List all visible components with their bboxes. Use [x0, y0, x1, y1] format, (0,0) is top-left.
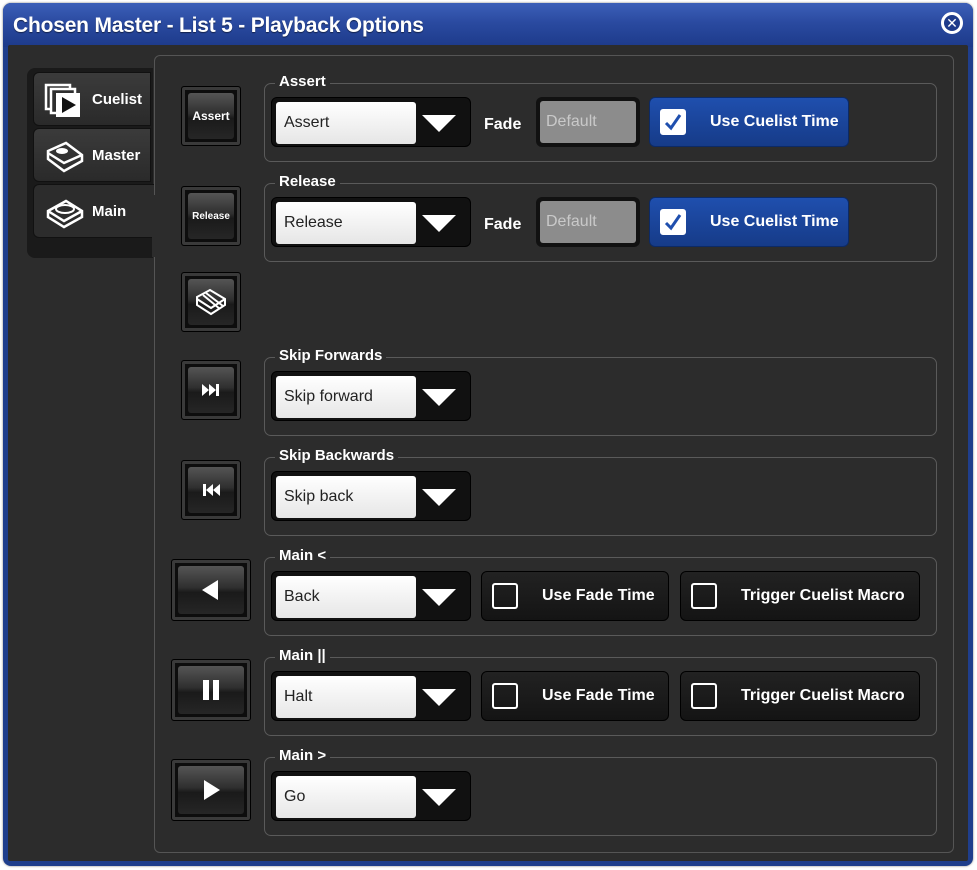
skip-backwards-group-title: Skip Backwards: [275, 447, 399, 464]
main-back-dropdown-value: Back: [276, 576, 416, 618]
release-key[interactable]: Release: [181, 186, 241, 246]
main-go-group-title: Main >: [275, 747, 331, 764]
checkbox-unchecked-icon: [691, 583, 717, 609]
release-key-label: Release: [188, 193, 234, 239]
chevron-down-icon: [422, 215, 456, 232]
main-back-group-title: Main <: [275, 547, 331, 564]
main-back-use-fade-time-toggle[interactable]: Use Fade Time: [481, 571, 669, 621]
skip-back-key[interactable]: [181, 460, 241, 520]
flash-key[interactable]: [181, 272, 241, 332]
side-tabs: Cuelist Master Main: [27, 68, 155, 258]
release-use-cuelist-time-toggle[interactable]: Use Cuelist Time: [649, 197, 849, 247]
main-halt-use-fade-time-toggle[interactable]: Use Fade Time: [481, 671, 669, 721]
skip-forward-key[interactable]: [181, 360, 241, 420]
assert-fade-label: Fade: [484, 116, 522, 133]
assert-dropdown-value: Assert: [276, 102, 416, 144]
assert-group-title: Assert: [275, 73, 330, 90]
release-dropdown[interactable]: Release: [271, 197, 471, 247]
assert-key-label: Assert: [188, 93, 234, 139]
main-back-group: Main < Back Use Fade Time Trigger Cuelis…: [264, 547, 937, 636]
tab-master[interactable]: Master: [33, 128, 151, 182]
release-use-cuelist-time-label: Use Cuelist Time: [710, 213, 839, 230]
main-halt-dropdown-value: Halt: [276, 676, 416, 718]
release-fade-placeholder: Default: [540, 201, 636, 243]
release-dropdown-value: Release: [276, 202, 416, 244]
skip-forwards-group-title: Skip Forwards: [275, 347, 387, 364]
play-icon: [178, 766, 244, 814]
main-back-trigger-macro-label: Trigger Cuelist Macro: [741, 587, 905, 604]
skip-back-icon: [188, 467, 234, 513]
skip-forwards-dropdown[interactable]: Skip forward: [271, 371, 471, 421]
main-go-group: Main > Go: [264, 747, 937, 836]
main-back-key[interactable]: [171, 559, 251, 621]
assert-key[interactable]: Assert: [181, 86, 241, 146]
chevron-down-icon: [422, 489, 456, 506]
main-halt-key[interactable]: [171, 659, 251, 721]
assert-use-cuelist-time-toggle[interactable]: Use Cuelist Time: [649, 97, 849, 147]
chevron-down-icon: [422, 389, 456, 406]
skip-forwards-group: Skip Forwards Skip forward: [264, 347, 937, 436]
checkbox-unchecked-icon: [492, 583, 518, 609]
tab-master-label: Master: [92, 147, 141, 164]
main-go-dropdown[interactable]: Go: [271, 771, 471, 821]
assert-group: Assert Assert Fade Default Use Cuelist T…: [264, 73, 937, 162]
cuelist-icon: [44, 83, 80, 117]
window-title: Chosen Master - List 5 - Playback Option…: [13, 14, 424, 37]
assert-dropdown[interactable]: Assert: [271, 97, 471, 147]
checkbox-unchecked-icon: [691, 683, 717, 709]
tab-main[interactable]: Main: [33, 184, 155, 238]
chevron-down-icon: [422, 589, 456, 606]
release-fade-label: Fade: [484, 216, 522, 233]
flash-icon: [188, 279, 234, 325]
main-halt-trigger-macro-label: Trigger Cuelist Macro: [741, 687, 905, 704]
skip-forwards-dropdown-value: Skip forward: [276, 376, 416, 418]
main-back-dropdown[interactable]: Back: [271, 571, 471, 621]
skip-backwards-group: Skip Backwards Skip back: [264, 447, 937, 536]
dialog-body: Cuelist Master Main Assert Release Asser…: [8, 45, 968, 861]
tab-cuelist-label: Cuelist: [92, 91, 143, 108]
close-button[interactable]: ✕: [941, 12, 963, 34]
skip-backwards-dropdown[interactable]: Skip back: [271, 471, 471, 521]
tab-main-label: Main: [92, 203, 127, 220]
chevron-down-icon: [422, 789, 456, 806]
back-arrow-icon: [178, 566, 244, 614]
main-back-trigger-macro-toggle[interactable]: Trigger Cuelist Macro: [680, 571, 920, 621]
assert-fade-placeholder: Default: [540, 101, 636, 143]
checkbox-checked-icon: [660, 109, 686, 135]
main-go-dropdown-value: Go: [276, 776, 416, 818]
tab-joint: [152, 195, 156, 257]
assert-fade-input[interactable]: Default: [536, 97, 640, 147]
chevron-down-icon: [422, 115, 456, 132]
main-go-key[interactable]: [171, 759, 251, 821]
main-halt-dropdown[interactable]: Halt: [271, 671, 471, 721]
main-halt-trigger-macro-toggle[interactable]: Trigger Cuelist Macro: [680, 671, 920, 721]
title-bar[interactable]: Chosen Master - List 5 - Playback Option…: [3, 3, 973, 47]
playback-options-window: Chosen Master - List 5 - Playback Option…: [3, 3, 973, 866]
release-group: Release Release Fade Default Use Cuelist…: [264, 173, 937, 262]
main-halt-group-title: Main ||: [275, 647, 330, 664]
pause-icon: [178, 666, 244, 714]
checkbox-checked-icon: [660, 209, 686, 235]
chevron-down-icon: [422, 689, 456, 706]
release-group-title: Release: [275, 173, 340, 190]
master-fader-icon: [46, 141, 84, 173]
skip-backwards-dropdown-value: Skip back: [276, 476, 416, 518]
close-icon: ✕: [944, 15, 960, 31]
main-back-use-fade-time-label: Use Fade Time: [542, 587, 655, 604]
main-halt-use-fade-time-label: Use Fade Time: [542, 687, 655, 704]
tab-cuelist[interactable]: Cuelist: [33, 72, 151, 126]
skip-forward-icon: [188, 367, 234, 413]
checkbox-unchecked-icon: [492, 683, 518, 709]
assert-use-cuelist-time-label: Use Cuelist Time: [710, 113, 839, 130]
main-playback-icon: [46, 199, 84, 229]
release-fade-input[interactable]: Default: [536, 197, 640, 247]
main-halt-group: Main || Halt Use Fade Time Trigger Cueli…: [264, 647, 937, 736]
